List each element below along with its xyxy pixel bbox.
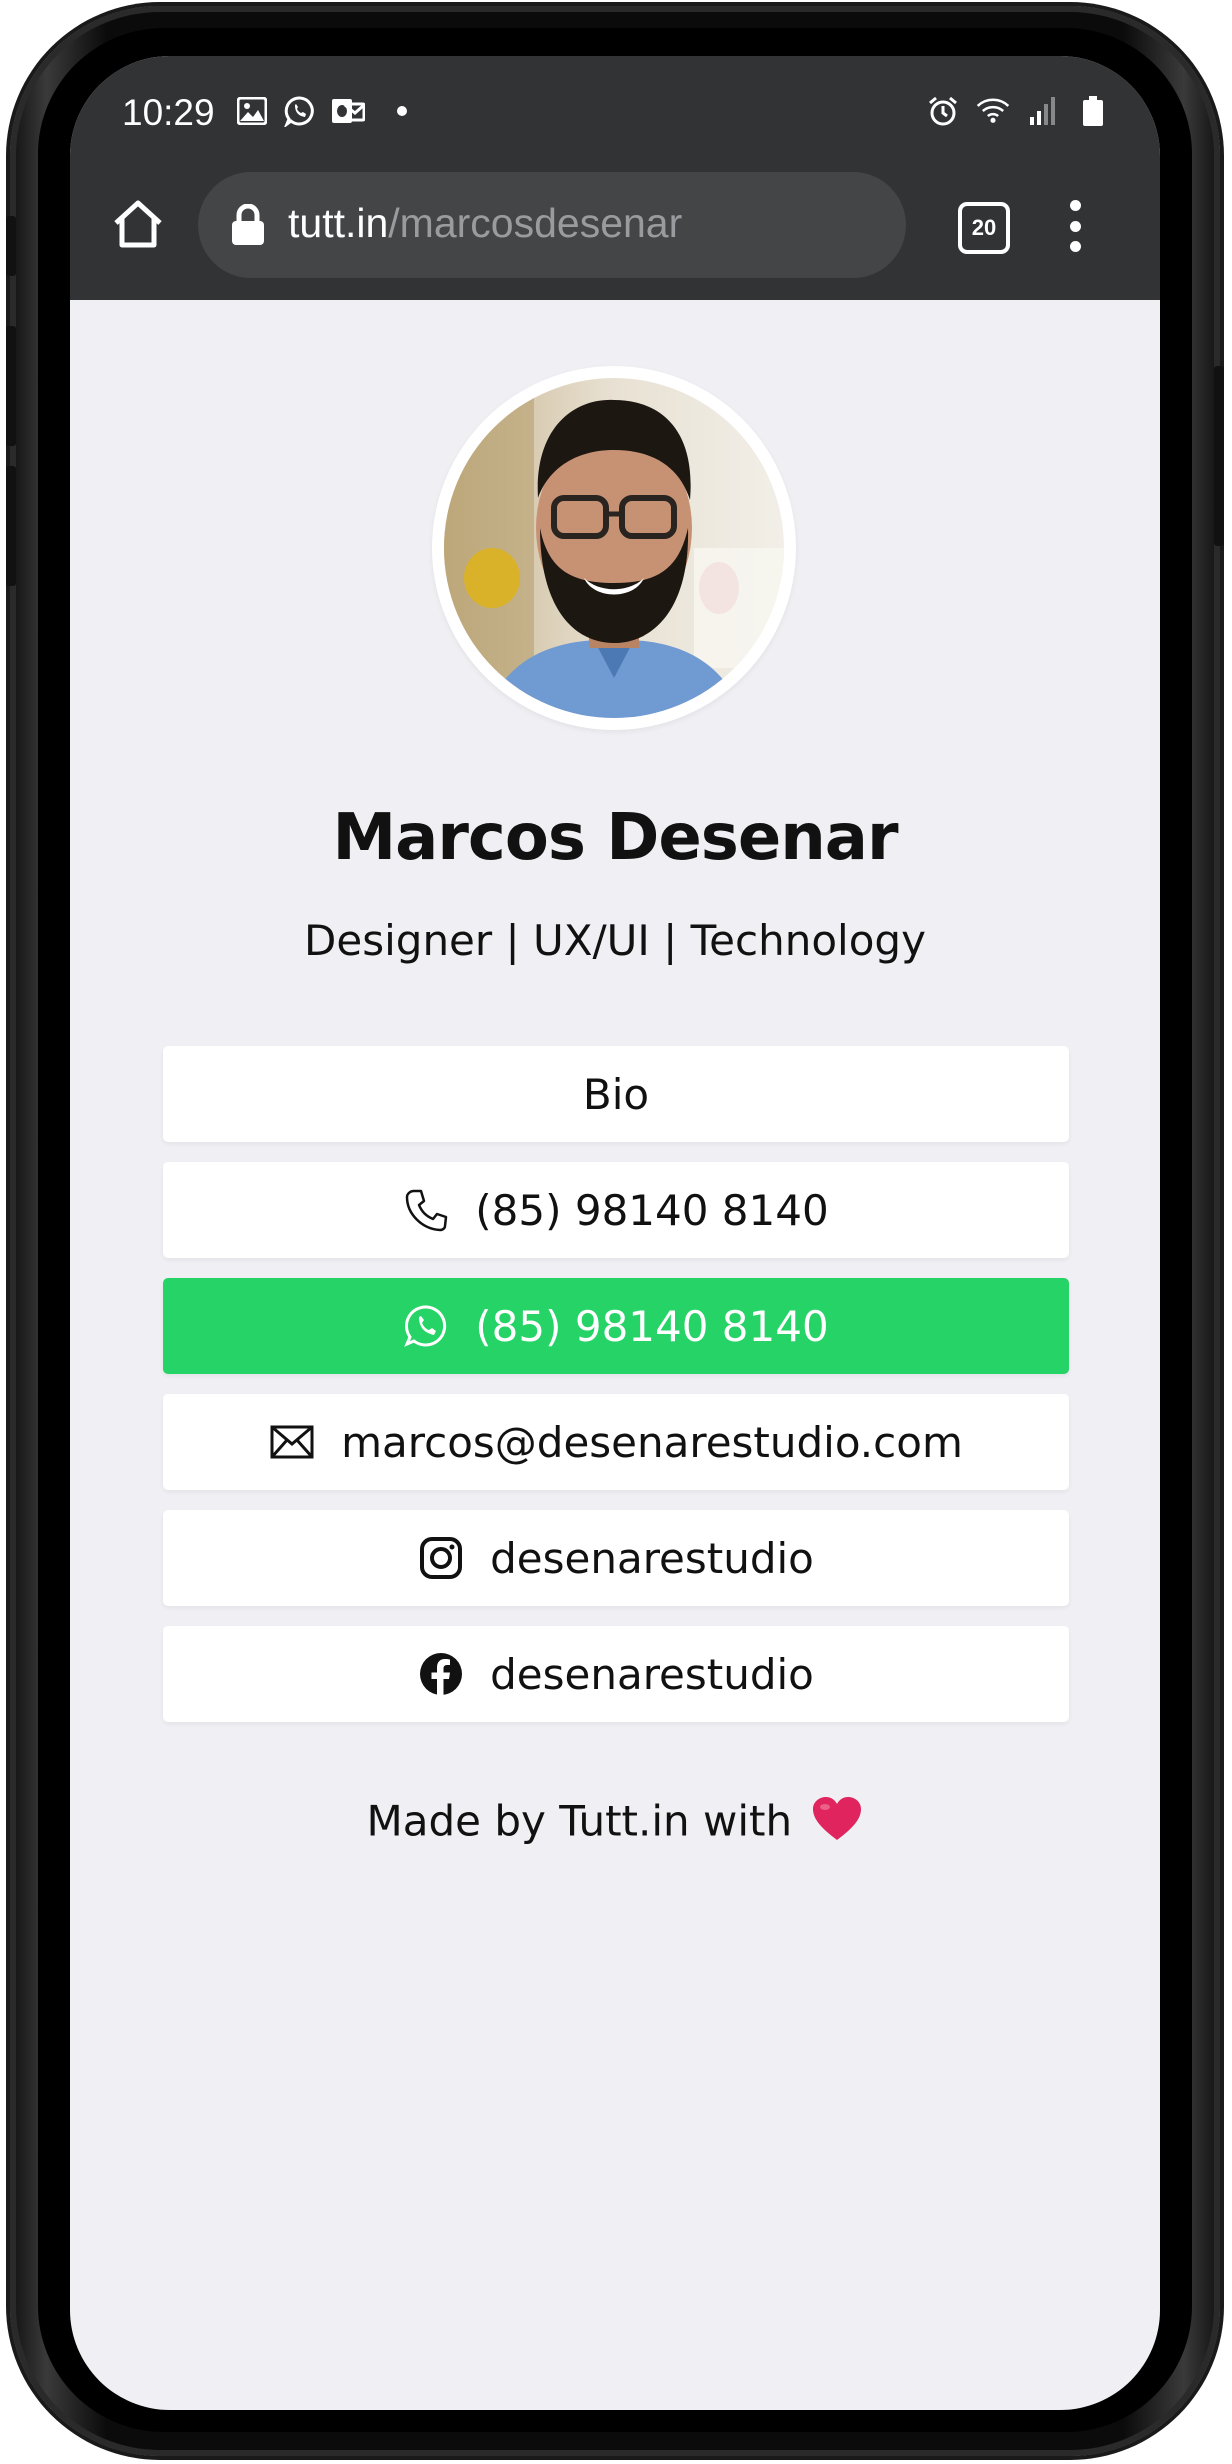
url-domain: tutt.in — [288, 200, 389, 246]
power-button — [1214, 366, 1224, 546]
status-bar: 10:29 — [70, 56, 1160, 168]
whatsapp-notification-icon — [283, 94, 317, 128]
status-time: 10:29 — [122, 92, 215, 133]
instagram-link[interactable]: desenarestudio — [163, 1510, 1069, 1606]
phone-screen: 10:29 tutt.in/marcosdesenar 20 Marcos De… — [70, 56, 1160, 2410]
whatsapp-icon — [403, 1303, 449, 1349]
footer-credit: Made by Tutt.in with — [70, 1796, 1160, 1852]
bio-link[interactable]: Bio — [163, 1046, 1069, 1142]
mail-icon — [269, 1419, 315, 1465]
phone-link[interactable]: (85) 98140 8140 — [163, 1162, 1069, 1258]
address-row: tutt.in/marcosdesenar 20 — [70, 172, 1160, 282]
url-text: tutt.in/marcosdesenar — [288, 200, 682, 247]
home-icon — [114, 200, 162, 248]
email-link[interactable]: marcos@desenarestudio.com — [163, 1394, 1069, 1490]
facebook-link[interactable]: desenarestudio — [163, 1626, 1069, 1722]
profile-tagline: Designer | UX/UI | Technology — [304, 916, 926, 965]
browser-chrome: 10:29 tutt.in/marcosdesenar 20 — [70, 56, 1160, 300]
email-link-label: marcos@desenarestudio.com — [341, 1417, 963, 1467]
phone-icon — [403, 1187, 449, 1233]
facebook-icon — [418, 1651, 464, 1697]
heart-icon — [811, 1796, 863, 1852]
image-notification-icon — [235, 94, 269, 128]
facebook-link-label: desenarestudio — [490, 1649, 814, 1699]
wifi-icon — [976, 94, 1010, 128]
whatsapp-link-label: (85) 98140 8140 — [475, 1301, 829, 1351]
profile-name: Marcos Desenar — [332, 801, 898, 875]
footer-text: Made by Tutt.in with — [366, 1796, 793, 1846]
signal-icon — [1026, 94, 1060, 128]
bio-link-label: Bio — [582, 1069, 650, 1119]
volume-up-button — [6, 326, 16, 446]
url-bar[interactable]: tutt.in/marcosdesenar — [198, 172, 906, 278]
home-button[interactable] — [106, 192, 170, 256]
link-list: Bio (85) 98140 8140 (85) 98140 8140 marc… — [163, 1046, 1069, 1742]
phone-link-label: (85) 98140 8140 — [475, 1185, 829, 1235]
profile-photo — [444, 378, 784, 718]
system-icons — [926, 94, 1110, 128]
lock-icon — [232, 204, 264, 245]
alarm-icon — [926, 94, 960, 128]
instagram-link-label: desenarestudio — [490, 1533, 814, 1583]
browser-menu-button[interactable] — [1060, 194, 1090, 258]
notification-icons — [235, 94, 407, 128]
url-path: /marcosdesenar — [388, 200, 683, 246]
avatar — [432, 366, 796, 730]
volume-down-button — [6, 466, 16, 586]
outlook-notification-icon — [331, 94, 365, 128]
instagram-icon — [418, 1535, 464, 1581]
tab-switcher-button[interactable]: 20 — [958, 202, 1010, 254]
battery-icon — [1076, 94, 1110, 128]
more-dot-icon — [397, 106, 407, 116]
side-button — [6, 216, 16, 276]
whatsapp-link[interactable]: (85) 98140 8140 — [163, 1278, 1069, 1374]
